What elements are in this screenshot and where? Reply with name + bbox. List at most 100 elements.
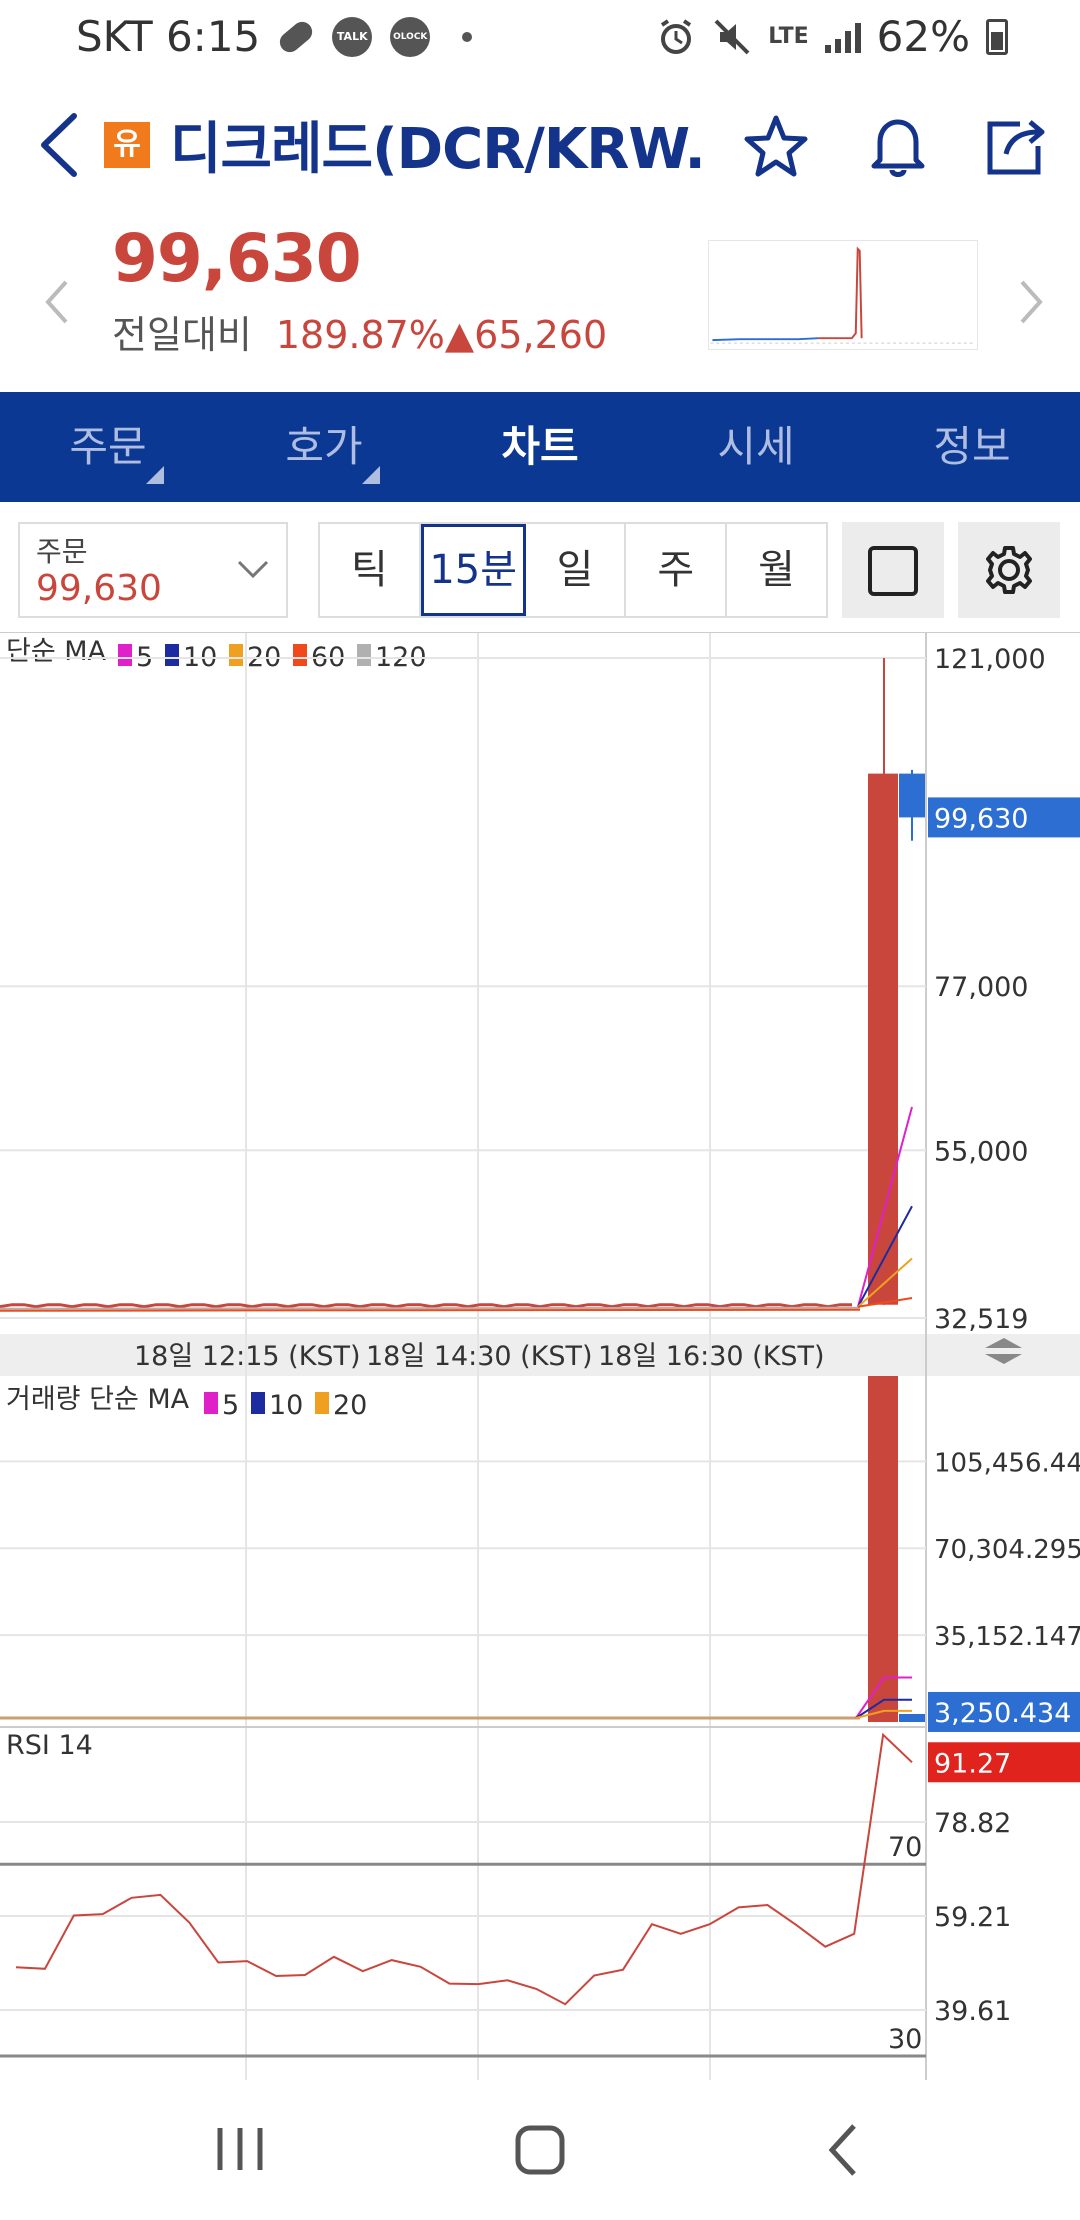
prev-arrow-icon[interactable] xyxy=(38,272,78,332)
price-axis-label: 121,000 xyxy=(934,644,1046,675)
period-selector: 틱 15분 일 주 월 xyxy=(318,522,828,618)
current-rsi-tag-label: 91.27 xyxy=(934,1748,1011,1779)
period-day[interactable]: 일 xyxy=(526,524,627,616)
period-tick[interactable]: 틱 xyxy=(320,524,421,616)
system-navbar xyxy=(0,2080,1080,2220)
star-icon[interactable] xyxy=(740,110,812,182)
tab-orderbook[interactable]: 호가 xyxy=(216,392,432,502)
change-rate: 189.87%▲65,260 xyxy=(275,313,608,357)
volume-axis-label: 70,304.295 xyxy=(934,1535,1080,1565)
chevron-down-icon xyxy=(237,560,269,579)
fullscreen-button[interactable] xyxy=(842,522,944,618)
period-week[interactable]: 주 xyxy=(626,524,728,616)
home-icon[interactable] xyxy=(500,2110,580,2190)
ma60-line xyxy=(0,1308,861,1312)
bell-icon[interactable] xyxy=(862,110,934,182)
volume-axis-label: 35,152.147 xyxy=(934,1622,1080,1652)
ma120-line xyxy=(0,1306,861,1310)
tab-chart[interactable]: 차트 xyxy=(432,392,648,502)
chart-svg[interactable]: 18일 12:15 (KST) 18일 14:30 (KST) 18일 16:30 … xyxy=(0,632,1080,2080)
time-axis-label: 18일 12:15 (KST) xyxy=(134,1341,361,1372)
vol-legend-swatch xyxy=(315,1392,329,1414)
price-area: 99,630 전일대비 189.87%▲65,260 xyxy=(0,212,1080,392)
menu-corner-icon xyxy=(146,466,164,484)
last-candle-body xyxy=(899,773,925,818)
price-flat-candles xyxy=(0,1303,852,1309)
rsi-axis-label: 39.61 xyxy=(934,1996,1011,2027)
time-axis-label: 18일 14:30 (KST) xyxy=(366,1341,593,1372)
square-icon xyxy=(868,546,918,596)
ma-legend-swatch xyxy=(165,644,179,666)
settings-button[interactable] xyxy=(958,522,1060,618)
mute-icon xyxy=(714,19,750,54)
chart-controls: 주문 99,630 틱 15분 일 주 월 xyxy=(0,502,1080,632)
vol-legend-label: 10 xyxy=(269,1390,303,1421)
signal-icon xyxy=(824,21,861,53)
volume-axis-label: 105,456.442 xyxy=(934,1448,1080,1478)
volume-last-bar xyxy=(899,1714,925,1722)
price-change-row: 전일대비 189.87%▲65,260 xyxy=(112,304,607,359)
order-label: 주문 xyxy=(36,535,88,568)
tab-bar: 주문 호가 차트 시세 정보 xyxy=(0,392,1080,502)
share-icon[interactable] xyxy=(980,110,1052,182)
battery-icon xyxy=(986,18,1008,55)
rsi-axis-label: 59.21 xyxy=(934,1902,1011,1933)
time-axis-label: 18일 16:30 (KST) xyxy=(598,1341,825,1372)
status-right: LTE 62% xyxy=(656,12,1008,61)
rsi-axis-label: 78.82 xyxy=(934,1808,1011,1839)
pill-icon xyxy=(276,17,317,56)
lock-icon: OLOCK xyxy=(390,16,431,57)
status-left: SKT 6:15 TALK OLOCK xyxy=(76,12,473,61)
alarm-icon xyxy=(661,18,692,54)
chart-panel[interactable]: 18일 12:15 (KST) 18일 14:30 (KST) 18일 16:30 … xyxy=(0,632,1080,2080)
rsi-legend-title: RSI 14 xyxy=(6,1730,93,1761)
vol-legend-swatch xyxy=(204,1392,218,1414)
dot-icon xyxy=(462,31,473,42)
status-bar: SKT 6:15 TALK OLOCK LTE 62% xyxy=(0,0,1080,72)
period-month[interactable]: 월 xyxy=(727,524,826,616)
menu-corner-icon xyxy=(362,466,380,484)
back-arrow-icon[interactable] xyxy=(34,110,84,180)
ma-legend-swatch xyxy=(229,644,243,666)
price-axis-label: 55,000 xyxy=(934,1136,1028,1167)
tab-order[interactable]: 주문 xyxy=(0,392,216,502)
vol-legend-label: 20 xyxy=(333,1390,367,1421)
header: 유 디크레드(DCR/KRW... xyxy=(0,72,1080,212)
vol-legend-label: 5 xyxy=(222,1390,239,1421)
vol-legend-swatch xyxy=(251,1392,265,1414)
rsi-level-label: 70 xyxy=(888,1832,922,1863)
current-volume-tag-label: 3,250.434 xyxy=(934,1698,1071,1729)
period-15min[interactable]: 15분 xyxy=(420,524,526,616)
up-triangle-icon: ▲ xyxy=(444,313,475,357)
battery-percent: 62% xyxy=(876,12,970,61)
order-value: 99,630 xyxy=(36,568,162,609)
volume-legend: 5 10 20 xyxy=(204,1390,367,1421)
volume-big-bar xyxy=(868,1376,898,1722)
gear-icon xyxy=(986,546,1032,594)
rsi-level-label: 30 xyxy=(888,2024,922,2055)
current-price: 99,630 xyxy=(112,220,362,297)
tab-info[interactable]: 정보 xyxy=(864,392,1080,502)
ma-legend-swatch xyxy=(357,644,371,666)
warning-badge: 유 xyxy=(104,122,150,168)
rsi-line xyxy=(15,1732,913,2006)
current-price-tag-label: 99,630 xyxy=(934,803,1028,834)
ma-legend-swatch xyxy=(118,644,132,666)
carrier-time: SKT 6:15 xyxy=(76,12,261,61)
big-candle-body xyxy=(868,773,898,1305)
price-axis-label: 77,000 xyxy=(934,972,1028,1003)
mini-chart xyxy=(708,240,978,350)
next-arrow-icon[interactable] xyxy=(1010,272,1050,332)
price-legend-title: 단순 MA xyxy=(6,636,107,667)
coin-title: 디크레드(DCR/KRW... xyxy=(170,117,710,182)
price-axis-label: 32,519 xyxy=(934,1304,1028,1335)
tab-market[interactable]: 시세 xyxy=(648,392,864,502)
network-type: LTE xyxy=(768,24,809,49)
nav-back-icon[interactable] xyxy=(804,2110,884,2190)
recent-apps-icon[interactable] xyxy=(200,2110,280,2190)
talk-icon: TALK xyxy=(332,16,373,57)
compare-label: 전일대비 xyxy=(112,313,252,357)
order-dropdown[interactable]: 주문 99,630 xyxy=(18,522,288,618)
volume-legend-title: 거래량 단순 MA xyxy=(6,1384,190,1415)
ma-legend-swatch xyxy=(293,644,307,666)
